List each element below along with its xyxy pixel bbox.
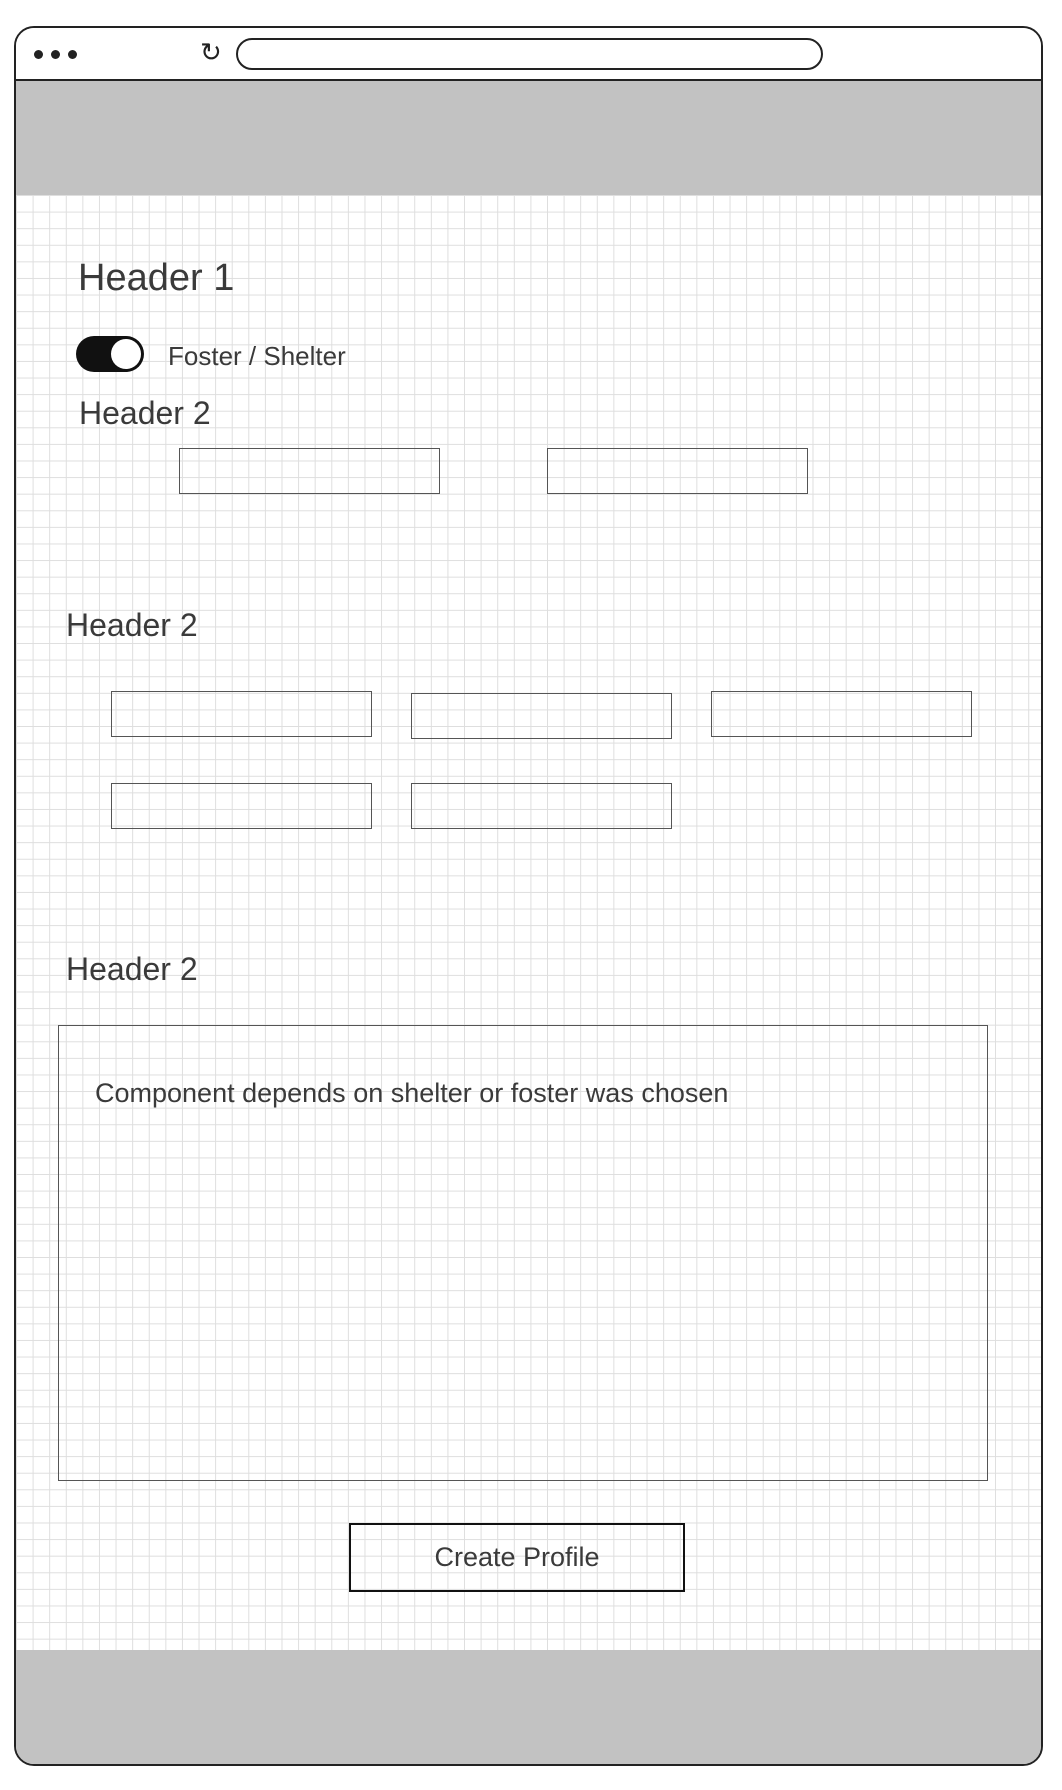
component-placeholder-text: Component depends on shelter or foster w…: [95, 1078, 729, 1108]
dynamic-component-area: Component depends on shelter or foster w…: [58, 1025, 988, 1481]
section-2-field-1[interactable]: [111, 691, 372, 737]
reload-icon[interactable]: ↻: [200, 40, 222, 66]
browser-toolbar: ↻: [16, 28, 1041, 81]
section-2-field-2[interactable]: [411, 693, 672, 739]
create-profile-button[interactable]: Create Profile: [349, 1523, 685, 1592]
section-1-field-1[interactable]: [179, 448, 440, 494]
section-2-header: Header 2: [66, 607, 198, 643]
footer-placeholder: [16, 1650, 1041, 1764]
section-2-field-3[interactable]: [711, 691, 972, 737]
toggle-label: Foster / Shelter: [168, 341, 346, 371]
foster-shelter-toggle[interactable]: [76, 336, 144, 372]
browser-window: ↻ Header 1 Foster / Shelter Header 2 Hea…: [14, 26, 1043, 1766]
three-dots-icon[interactable]: [34, 50, 77, 59]
page-title: Header 1: [78, 257, 235, 299]
header-placeholder: [16, 81, 1041, 195]
section-2-field-5[interactable]: [411, 783, 672, 829]
dot: [34, 50, 43, 59]
toggle-knob: [111, 339, 141, 369]
dot: [68, 50, 77, 59]
section-2-field-4[interactable]: [111, 783, 372, 829]
dot: [51, 50, 60, 59]
section-1-field-2[interactable]: [547, 448, 808, 494]
page-content: Header 1 Foster / Shelter Header 2 Heade…: [16, 195, 1041, 1651]
section-1-header: Header 2: [79, 395, 211, 431]
section-3-header: Header 2: [66, 951, 198, 987]
address-bar[interactable]: [236, 38, 823, 70]
